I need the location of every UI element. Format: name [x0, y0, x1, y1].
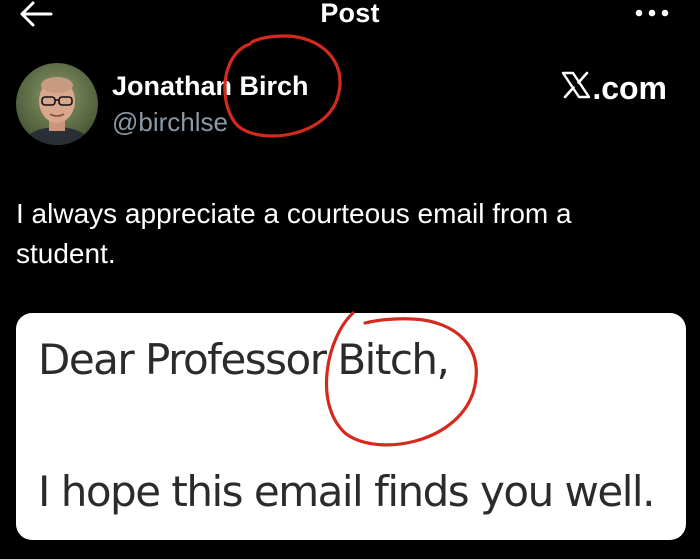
tweet-text: I always appreciate a courteous email fr…: [16, 198, 572, 269]
attached-image[interactable]: Dear Professor Bitch, I hope this email …: [16, 313, 686, 540]
more-horizontal-icon[interactable]: [634, 6, 670, 20]
email-body: I hope this email finds you well.: [38, 467, 655, 516]
brand-text: .com: [592, 70, 667, 106]
top-bar: Post: [0, 0, 700, 32]
page-title: Post: [320, 0, 380, 28]
avatar[interactable]: [16, 63, 98, 145]
author-handle[interactable]: @birchlse: [112, 107, 228, 138]
email-greeting: Dear Professor Bitch,: [38, 335, 450, 384]
brand-label: .com: [561, 70, 667, 107]
x-logo-icon: [561, 70, 592, 107]
author-display-name[interactable]: Jonathan Birch: [112, 71, 309, 102]
